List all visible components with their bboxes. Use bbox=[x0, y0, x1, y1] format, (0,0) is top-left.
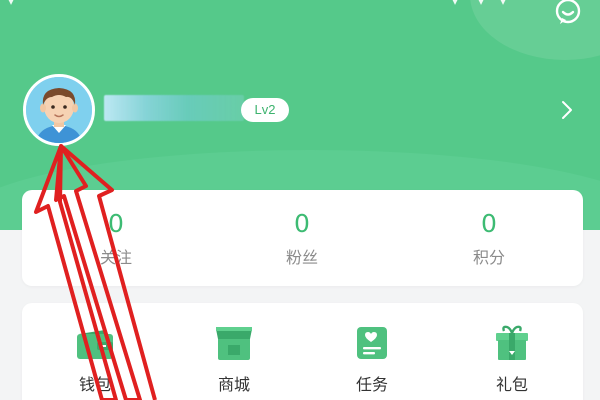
username-blurred bbox=[104, 95, 244, 121]
stat-fans[interactable]: 0 粉丝 bbox=[242, 208, 362, 268]
fans-label: 粉丝 bbox=[285, 248, 318, 267]
level-badge: Lv2 bbox=[241, 98, 289, 122]
stat-points[interactable]: 0 积分 bbox=[429, 208, 549, 268]
cartoon-avatar-icon bbox=[26, 77, 92, 143]
stats-card: 0 关注 0 粉丝 0 积分 bbox=[22, 190, 583, 286]
menu-item-store[interactable]: 商城 bbox=[184, 321, 284, 395]
wallet-icon bbox=[77, 330, 113, 359]
menu-item-wallet[interactable]: 钱包 bbox=[45, 321, 145, 395]
profile-detail-button[interactable] bbox=[557, 98, 577, 122]
status-bar-partial: ▾ ▾ ▾ ▾ bbox=[8, 0, 507, 8]
task-icon bbox=[357, 327, 387, 359]
follow-label: 关注 bbox=[99, 248, 132, 267]
avatar[interactable] bbox=[23, 74, 95, 146]
feature-menu-card: 钱包 商城 任务 礼包 bbox=[22, 303, 583, 400]
task-label: 任务 bbox=[355, 375, 388, 394]
chevron-right-icon bbox=[562, 101, 572, 119]
message-button[interactable] bbox=[551, 0, 585, 30]
fans-count: 0 bbox=[294, 209, 310, 238]
wallet-label: 钱包 bbox=[78, 375, 111, 394]
follow-count: 0 bbox=[108, 209, 124, 238]
store-icon bbox=[216, 327, 252, 360]
points-label: 积分 bbox=[472, 248, 505, 267]
gift-icon bbox=[496, 325, 528, 360]
chat-bubble-icon bbox=[555, 0, 581, 24]
points-count: 0 bbox=[481, 209, 497, 238]
menu-item-gift[interactable]: 礼包 bbox=[462, 321, 562, 395]
store-label: 商城 bbox=[217, 375, 250, 394]
stat-follow[interactable]: 0 关注 bbox=[56, 208, 176, 268]
gift-label: 礼包 bbox=[495, 375, 528, 394]
menu-item-task[interactable]: 任务 bbox=[322, 321, 422, 395]
